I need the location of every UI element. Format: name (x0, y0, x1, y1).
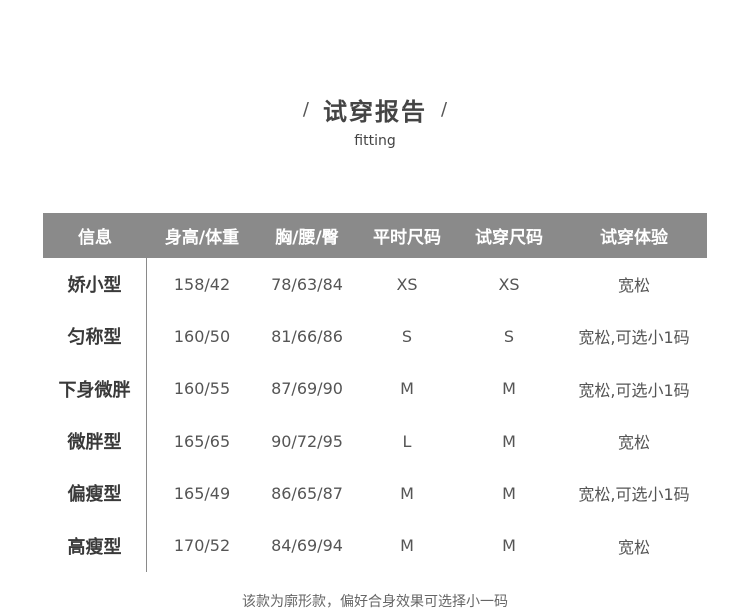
measurements-cell: 81/66/86 (271, 326, 343, 346)
column-header-fitted-size: 试穿尺码 (475, 228, 543, 248)
column-header-measurements: 胸/腰/臀 (275, 228, 339, 248)
column-header-experience: 试穿体验 (600, 228, 668, 248)
experience-cell: 宽松,可选小1码 (578, 328, 690, 348)
measurements-cell: 90/72/95 (271, 431, 343, 451)
fitted-size-cell: M (502, 536, 516, 556)
page-title: 试穿报告 (323, 98, 427, 126)
usual-size-cell: M (400, 379, 414, 399)
table-row: 娇小型 158/42 78/63/84 XS XS 宽松 (43, 258, 707, 311)
title-slash-left: / (302, 99, 309, 120)
body-type-cell: 微胖型 (43, 414, 147, 468)
fitted-size-cell: XS (498, 274, 520, 294)
page-subtitle: fitting (354, 133, 396, 149)
height-weight-cell: 165/65 (173, 431, 231, 451)
experience-cell: 宽松 (617, 433, 650, 453)
column-header-height-weight: 身高/体重 (164, 228, 240, 248)
column-header-usual-size: 平时尺码 (373, 228, 441, 248)
fitted-size-cell: M (502, 379, 516, 399)
experience-cell: 宽松,可选小1码 (578, 485, 690, 505)
report-heading: / 试穿报告 / fitting (0, 92, 750, 149)
usual-size-cell: M (400, 536, 414, 556)
table-row: 偏瘦型 165/49 86/65/87 M M 宽松,可选小1码 (43, 467, 707, 520)
height-weight-cell: 165/49 (173, 483, 231, 503)
table-row: 下身微胖 160/55 87/69/90 M M 宽松,可选小1码 (43, 362, 707, 415)
measurements-cell: 86/65/87 (271, 483, 343, 503)
body-type-cell: 偏瘦型 (43, 467, 147, 520)
table-row: 高瘦型 170/52 84/69/94 M M 宽松 (43, 519, 707, 572)
experience-cell: 宽松 (617, 537, 650, 557)
body-type-cell: 下身微胖 (43, 362, 147, 415)
fitted-size-cell: S (503, 326, 515, 346)
fitted-size-cell: M (502, 431, 516, 451)
usual-size-cell: S (401, 326, 413, 346)
measurements-cell: 87/69/90 (271, 379, 343, 399)
body-type-cell: 娇小型 (43, 258, 147, 311)
body-type-cell: 高瘦型 (43, 519, 147, 572)
table-header-row: 信息 身高/体重 胸/腰/臀 平时尺码 试穿尺码 试穿体验 (43, 213, 707, 258)
experience-cell: 宽松 (617, 276, 650, 296)
measurements-cell: 78/63/84 (271, 274, 343, 294)
fitted-size-cell: M (502, 483, 516, 503)
height-weight-cell: 160/50 (173, 326, 231, 346)
experience-cell: 宽松,可选小1码 (578, 380, 690, 400)
body-type-cell: 匀称型 (43, 310, 147, 363)
height-weight-cell: 170/52 (173, 536, 231, 556)
usual-size-cell: M (400, 483, 414, 503)
fitting-table: 信息 身高/体重 胸/腰/臀 平时尺码 试穿尺码 试穿体验 娇小型 158/42… (43, 213, 707, 572)
usual-size-cell: XS (396, 274, 418, 294)
usual-size-cell: L (402, 431, 412, 451)
table-row: 匀称型 160/50 81/66/86 S S 宽松,可选小1码 (43, 310, 707, 363)
height-weight-cell: 158/42 (173, 274, 231, 294)
table-row: 微胖型 165/65 90/72/95 L M 宽松 (43, 414, 707, 468)
column-header-info: 信息 (78, 228, 112, 248)
title-slash-right: / (441, 99, 448, 120)
title-line: / 试穿报告 / (0, 92, 750, 127)
measurements-cell: 84/69/94 (271, 536, 343, 556)
height-weight-cell: 160/55 (173, 379, 231, 399)
footer-note: 该款为廓形款，偏好合身效果可选择小一码 (242, 594, 508, 610)
